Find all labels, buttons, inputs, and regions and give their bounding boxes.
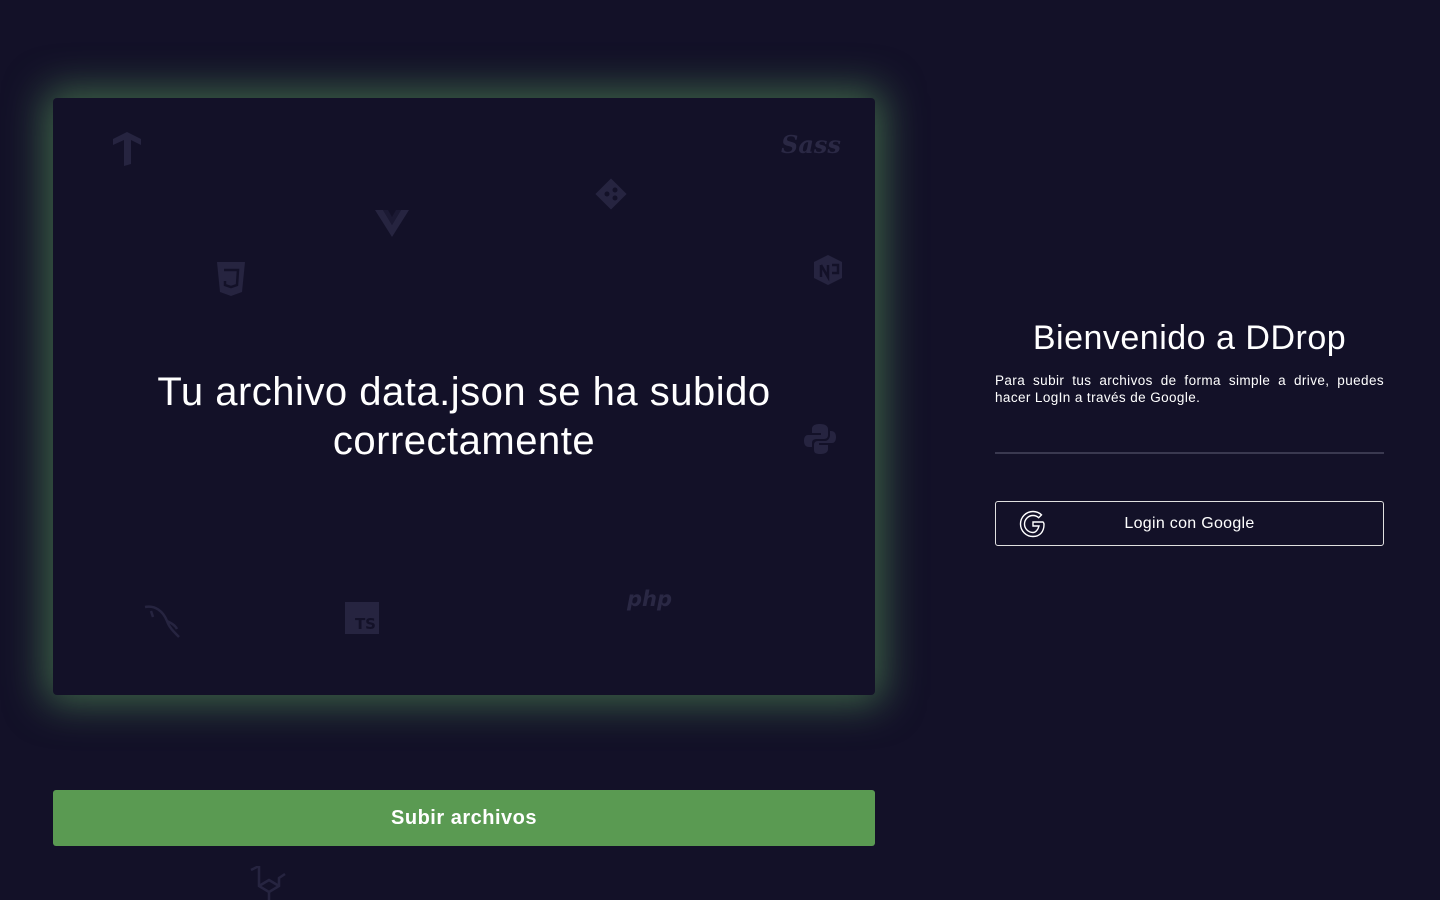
typescript-icon: TS: [345, 602, 379, 634]
laravel-icon: [248, 866, 286, 900]
sass-icon: Sass: [781, 130, 841, 159]
google-login-label: Login con Google: [1124, 514, 1255, 532]
google-icon: [1018, 509, 1048, 539]
css3-icon: [215, 258, 247, 298]
divider: [995, 452, 1384, 454]
vue-icon: [374, 208, 410, 238]
welcome-panel: Bienvenido a DDrop Para subir tus archiv…: [995, 318, 1384, 546]
mysql-icon: [141, 601, 185, 645]
upload-success-message: Tu archivo data.json se ha subido correc…: [157, 370, 771, 463]
npm-icon: [811, 253, 845, 287]
welcome-description: Para subir tus archivos de forma simple …: [995, 373, 1384, 405]
php-icon: php: [627, 587, 673, 611]
google-login-button[interactable]: Login con Google: [995, 501, 1384, 546]
welcome-title: Bienvenido a DDrop: [1032, 319, 1347, 357]
typescript-label: TS: [354, 615, 376, 633]
git-icon: [593, 176, 629, 212]
page: Sass TS php Tu archivo data.json se ha s…: [0, 0, 1440, 900]
tensorflow-icon: [109, 131, 145, 167]
file-drop-area[interactable]: Sass TS php Tu archivo data.json se ha s…: [53, 98, 875, 695]
upload-files-button[interactable]: Subir archivos: [53, 790, 875, 846]
